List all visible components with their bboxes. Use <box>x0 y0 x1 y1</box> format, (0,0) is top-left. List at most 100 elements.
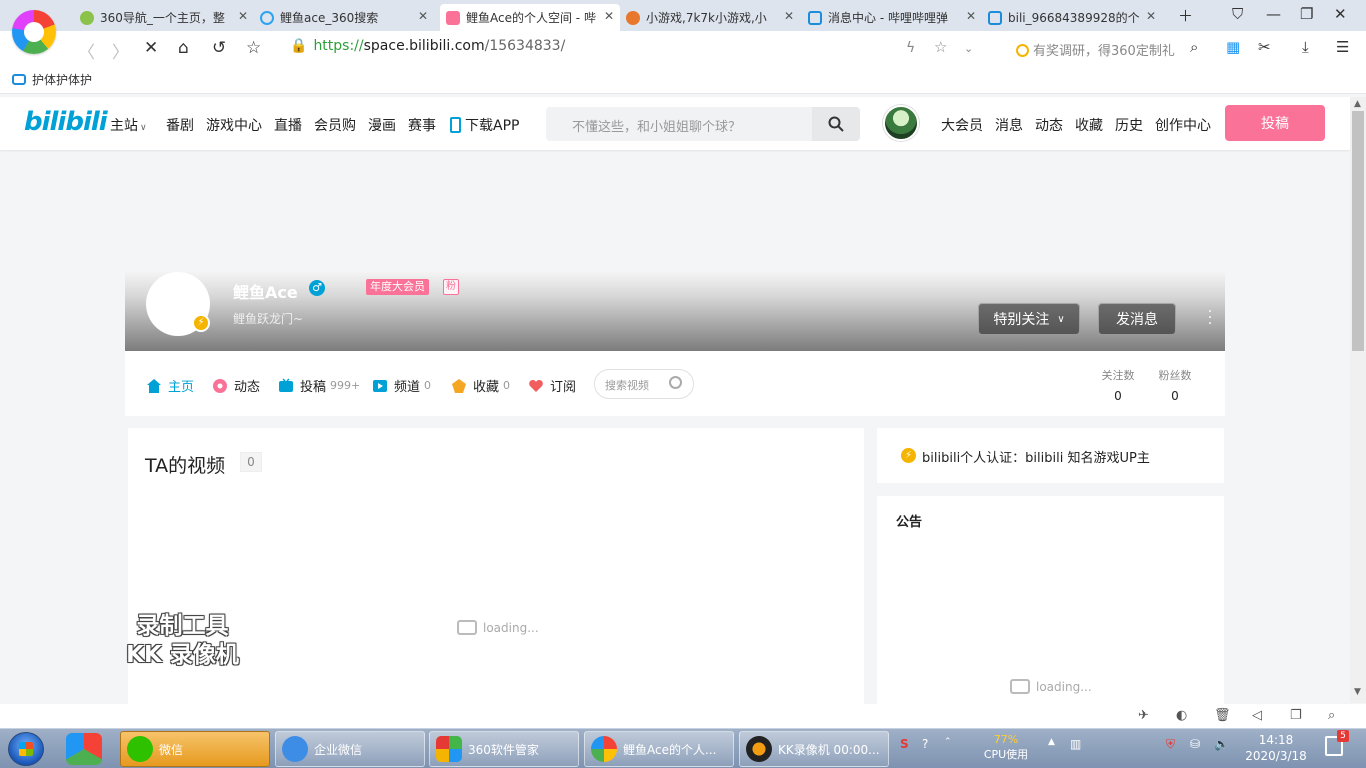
lightning-icon[interactable]: ϟ <box>906 40 915 56</box>
nav-item-manga[interactable]: 漫画 <box>368 115 396 135</box>
close-icon[interactable]: ✕ <box>418 9 428 23</box>
tab-favorites[interactable]: 收藏 0 <box>451 376 510 395</box>
360-browser-logo-icon[interactable] <box>12 10 56 54</box>
video-search-input[interactable]: 搜索视频 <box>594 369 694 399</box>
nav-item-live[interactable]: 直播 <box>274 115 302 135</box>
nav-item-messages[interactable]: 消息 <box>995 115 1023 135</box>
cpu-usage-widget[interactable]: 77% CPU使用 <box>973 732 1039 762</box>
close-icon[interactable]: ✕ <box>1146 9 1156 23</box>
nav-item-mall[interactable]: 会员购 <box>314 115 356 135</box>
undo-close-icon[interactable]: ↺ <box>212 38 226 58</box>
favorite-star-icon[interactable]: ☆ <box>246 38 261 58</box>
apps-grid-icon[interactable]: ▦ <box>1226 38 1240 56</box>
close-icon[interactable]: ✕ <box>784 9 794 23</box>
scroll-thumb[interactable] <box>1352 111 1364 351</box>
browser-tab-2[interactable]: 鲤鱼ace_360搜索 ✕ <box>254 4 434 31</box>
taskbar-wechat[interactable]: 微信 <box>120 731 270 767</box>
favorite-item[interactable]: 护体护体护 <box>12 71 92 88</box>
show-hidden-icons[interactable]: ▲ <box>1048 737 1055 747</box>
trash-icon[interactable]: 🗑 <box>1214 708 1231 723</box>
download-icon[interactable]: ⤓ <box>1302 38 1309 56</box>
back-icon[interactable]: 〈 <box>78 38 95 63</box>
taskbar-browser[interactable]: 鲤鱼Ace的个人... <box>584 731 734 767</box>
browser-tab-5[interactable]: 消息中心 - 哔哩哔哩弹 ✕ <box>802 4 982 31</box>
stat-followers[interactable]: 粉丝数 0 <box>1153 367 1197 403</box>
search-box[interactable]: 有奖调研，得360定制礼 <box>1016 40 1175 59</box>
scroll-down-icon[interactable]: ▼ <box>1354 687 1361 697</box>
speaker-icon[interactable]: 🔈 <box>1214 737 1229 751</box>
search-icon[interactable]: ⌕ <box>1190 38 1198 56</box>
close-icon[interactable]: ✕ <box>966 9 976 23</box>
nav-item-favorites[interactable]: 收藏 <box>1075 115 1103 135</box>
security-shield-icon[interactable]: ⛨ <box>1166 737 1175 752</box>
url-field[interactable]: 🔒 https://space.bilibili.com/15634833/ <box>290 38 565 54</box>
follow-label: 特别关注 <box>993 312 1050 328</box>
tab-dynamics[interactable]: 动态 <box>212 376 260 395</box>
home-icon[interactable]: ⌂ <box>178 38 189 58</box>
minimize-icon[interactable]: — <box>1266 5 1281 23</box>
site-search-box[interactable]: 不懂这些，和小姐姐聊个球？ <box>546 107 860 141</box>
nav-item-creator-center[interactable]: 创作中心 <box>1155 115 1211 135</box>
upload-button[interactable]: 投稿 <box>1225 105 1325 141</box>
bookmark-star-icon[interactable]: ☆ <box>934 38 947 56</box>
bilibili-logo[interactable]: bilibili <box>24 107 108 137</box>
nav-item-game-center[interactable]: 游戏中心 <box>206 115 262 135</box>
usb-icon[interactable]: ⛁ <box>1190 737 1200 751</box>
tab-home[interactable]: 主页 <box>146 376 194 395</box>
taskbar-kk-recorder[interactable]: KK录像机 00:00... <box>739 731 889 767</box>
pinned-app-icon[interactable] <box>66 733 102 765</box>
stop-loading-icon[interactable]: ✕ <box>144 38 158 58</box>
nav-item-dynamics[interactable]: 动态 <box>1035 115 1063 135</box>
scissors-icon[interactable]: ✂ <box>1258 38 1271 56</box>
nav-item-match[interactable]: 赛事 <box>408 115 436 135</box>
zoom-search-icon[interactable]: ⌕ <box>1328 708 1335 723</box>
send-message-button[interactable]: 发消息 <box>1098 303 1176 335</box>
search-icon[interactable] <box>669 376 682 389</box>
new-tab-plus-icon[interactable]: ＋ <box>1178 5 1193 26</box>
browser-tab-1[interactable]: 360导航_一个主页，整 ✕ <box>74 4 254 31</box>
nav-main-station[interactable]: 主站 ∨ <box>110 115 147 135</box>
skin-shirt-icon[interactable]: ⛉ <box>1232 5 1243 23</box>
browser-tab-4[interactable]: 小游戏,7k7k小游戏,小 ✕ <box>620 4 800 31</box>
network-icon[interactable]: ▥ <box>1070 737 1081 751</box>
taskbar-360-manager[interactable]: 360软件管家 <box>429 731 579 767</box>
system-clock[interactable]: 14:18 2020/3/18 <box>1240 732 1312 764</box>
nav-item-bangumi[interactable]: 番剧 <box>166 115 194 135</box>
fan-badge[interactable]: 粉 <box>443 279 459 295</box>
close-icon[interactable]: ✕ <box>604 9 614 23</box>
taskbar-wework[interactable]: 企业微信 <box>275 731 425 767</box>
close-window-icon[interactable]: ✕ <box>1334 5 1347 23</box>
vip-badge[interactable]: 年度大会员 <box>366 279 429 295</box>
maximize-icon[interactable]: ❐ <box>1300 5 1313 23</box>
window-icon[interactable]: ❐ <box>1290 708 1302 723</box>
stat-following[interactable]: 关注数 0 <box>1096 367 1140 403</box>
more-options-icon[interactable]: · · · <box>1205 305 1215 331</box>
nav-item-download-app[interactable]: 下载APP <box>450 115 519 135</box>
browser-tab-active[interactable]: 鲤鱼Ace的个人空间 - 哔 ✕ <box>440 4 620 31</box>
tab-subscriptions[interactable]: 订阅 <box>528 376 576 395</box>
tab-uploads[interactable]: 投稿 999+ <box>278 376 360 395</box>
close-icon[interactable]: ✕ <box>238 9 248 23</box>
browser-tab-6[interactable]: bili_96684389928的个 ✕ <box>982 4 1162 31</box>
refresh-circle-icon[interactable]: ◐ <box>1176 708 1187 723</box>
sogou-input-icon[interactable]: S <box>900 737 909 751</box>
profile-avatar[interactable]: ⚡ <box>146 272 210 336</box>
search-button[interactable] <box>812 107 860 141</box>
tab-channels[interactable]: 频道 0 <box>372 376 431 395</box>
action-center-icon[interactable]: 5 <box>1325 730 1349 756</box>
menu-icon[interactable]: ☰ <box>1336 38 1349 56</box>
chevron-down-icon: ∨ <box>140 123 147 133</box>
chevron-down-icon[interactable]: ⌄ <box>964 42 973 55</box>
scroll-up-icon[interactable]: ▲ <box>1354 99 1361 109</box>
volume-icon[interactable]: ◁ <box>1252 708 1262 723</box>
user-avatar[interactable] <box>883 105 919 141</box>
help-icon[interactable]: ? <box>922 737 928 751</box>
forward-icon[interactable]: 〉 <box>112 38 129 63</box>
rocket-icon[interactable]: ✈ <box>1138 708 1149 723</box>
page-scrollbar[interactable]: ▲ ▼ <box>1350 97 1366 703</box>
nav-item-big-vip[interactable]: 大会员 <box>941 115 983 135</box>
start-button[interactable] <box>8 732 44 766</box>
nav-item-history[interactable]: 历史 <box>1115 115 1143 135</box>
special-follow-button[interactable]: 特别关注 ∨ <box>978 303 1080 335</box>
tray-arrow-icon[interactable]: ⌃ <box>944 737 952 747</box>
